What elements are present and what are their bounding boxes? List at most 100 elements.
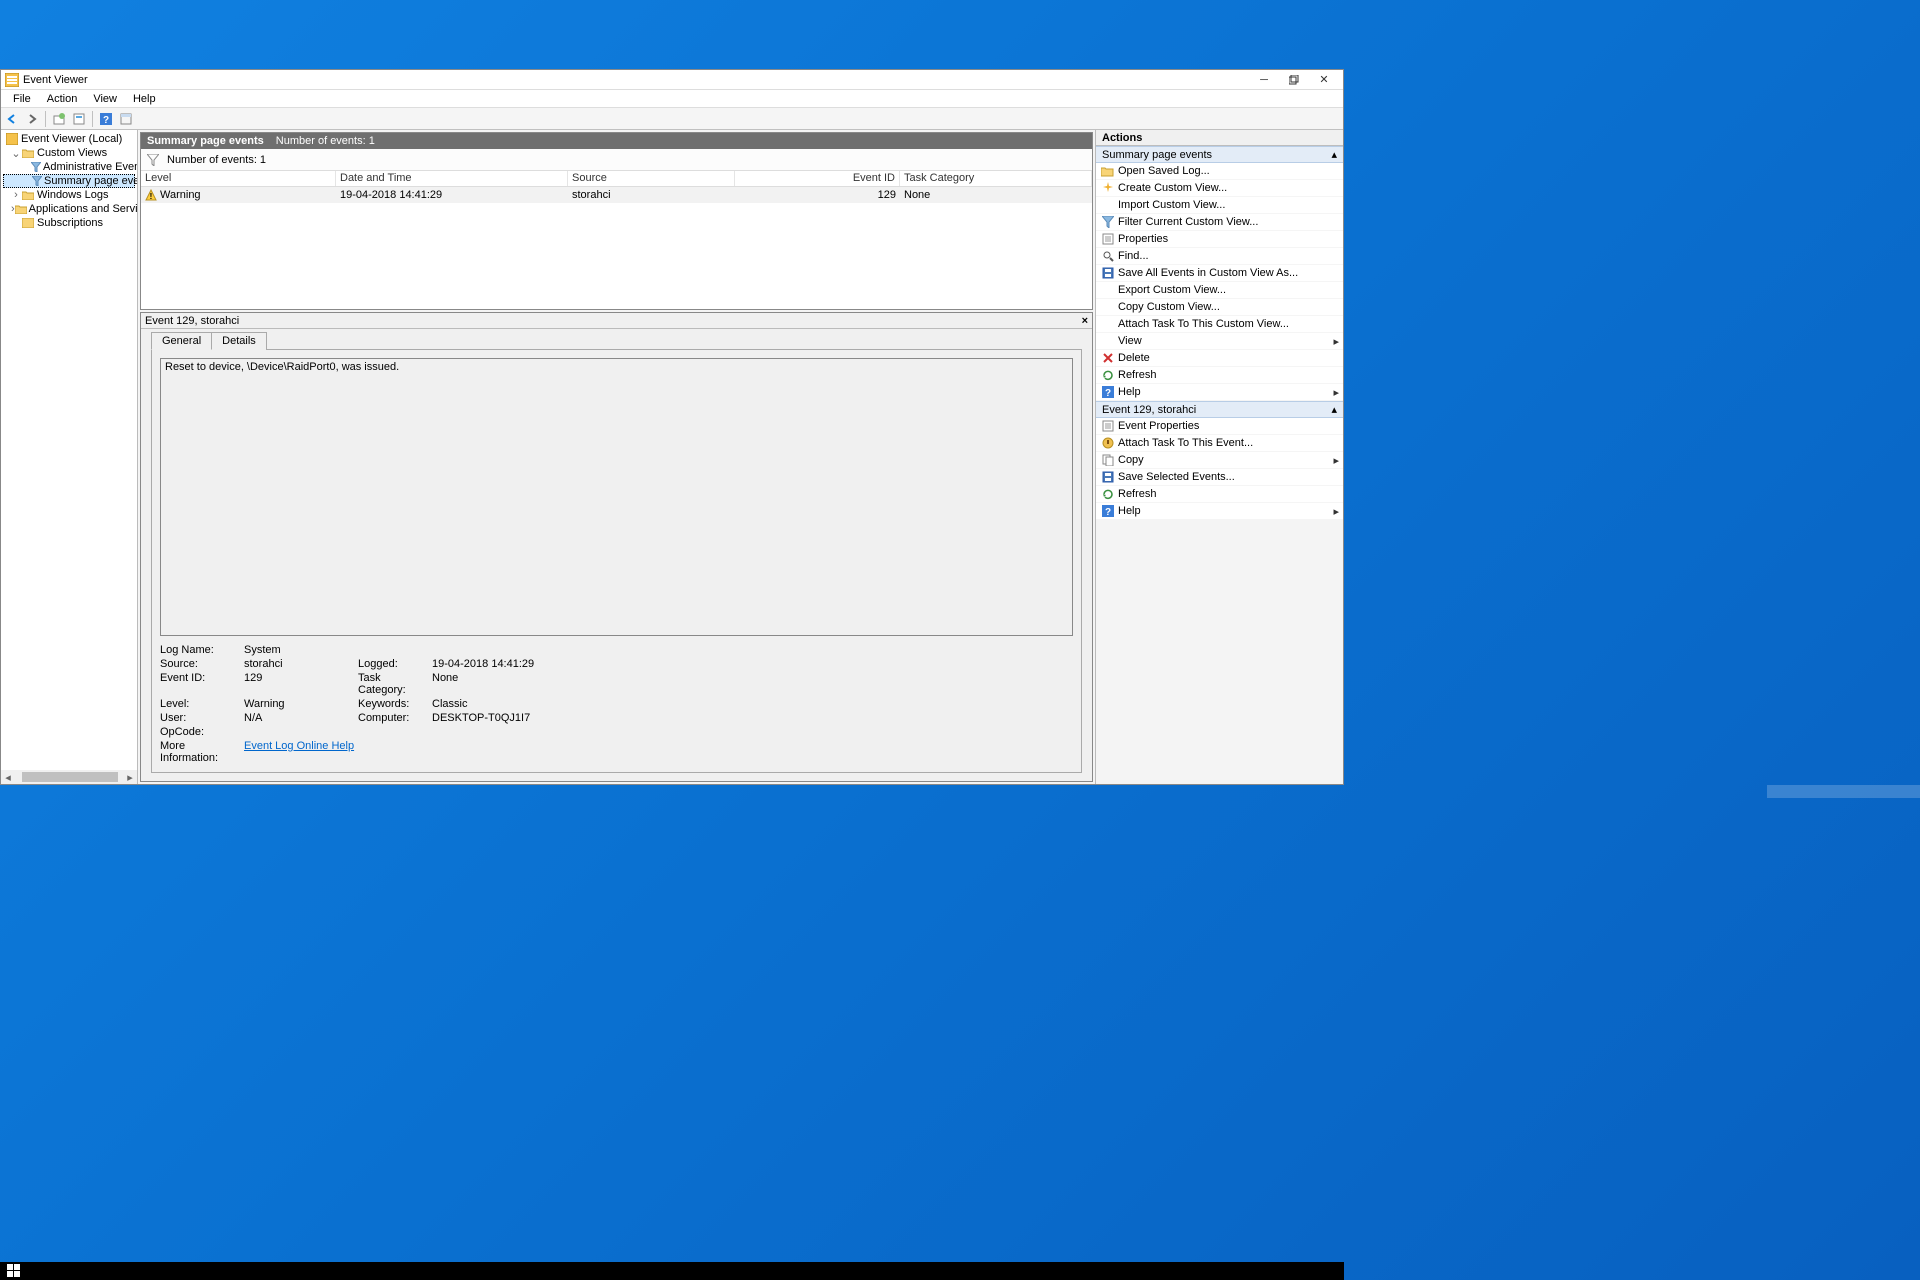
action-filter-current-custom-view[interactable]: Filter Current Custom View... <box>1096 214 1343 231</box>
desktop-taskbar <box>0 1262 1344 1280</box>
filter-icon <box>1100 215 1116 229</box>
folder-icon <box>15 202 27 216</box>
menu-action[interactable]: Action <box>39 92 86 106</box>
action-save-selected-events[interactable]: Save Selected Events... <box>1096 469 1343 486</box>
menu-file[interactable]: File <box>5 92 39 106</box>
col-eventid[interactable]: Event ID <box>735 171 900 186</box>
svg-text:?: ? <box>1105 388 1111 398</box>
chevron-right-icon: › <box>11 189 21 201</box>
action-export-custom-view[interactable]: Export Custom View... <box>1096 282 1343 299</box>
action-refresh[interactable]: Refresh <box>1096 486 1343 503</box>
toolbar-properties-button[interactable] <box>70 110 88 128</box>
action-copy-custom-view[interactable]: Copy Custom View... <box>1096 299 1343 316</box>
col-datetime[interactable]: Date and Time <box>336 171 568 186</box>
svg-text:?: ? <box>1105 507 1111 517</box>
filter-icon <box>147 154 159 166</box>
titlebar: Event Viewer ─ ✕ <box>1 70 1343 90</box>
action-refresh[interactable]: Refresh <box>1096 367 1343 384</box>
actions-section-2: Event 129, storahci ▴ <box>1096 401 1343 418</box>
actions-section-1: Summary page events ▴ <box>1096 146 1343 163</box>
event-row[interactable]: ! Warning 19-04-2018 14:41:29 storahci 1… <box>141 187 1092 203</box>
tree-item-subscriptions[interactable]: Subscriptions <box>3 216 135 230</box>
events-filter-row: Number of events: 1 <box>141 149 1092 171</box>
event-log-online-help-link[interactable]: Event Log Online Help <box>244 740 1073 764</box>
filter-icon <box>32 174 42 188</box>
tree-item-apps-services-logs[interactable]: › Applications and Services Lo <box>3 202 135 216</box>
tree-root-label: Event Viewer (Local) <box>21 133 122 145</box>
collapse-icon[interactable]: ▴ <box>1331 403 1337 416</box>
svg-text:?: ? <box>103 115 109 125</box>
chevron-right-icon: ▸ <box>1333 505 1339 518</box>
close-button[interactable]: ✕ <box>1309 71 1339 89</box>
save-icon <box>1100 266 1116 280</box>
system-tray-area[interactable] <box>1767 785 1920 798</box>
blank-icon <box>1100 283 1116 297</box>
col-source[interactable]: Source <box>568 171 735 186</box>
action-save-all-events-in-custom-view-as[interactable]: Save All Events in Custom View As... <box>1096 265 1343 282</box>
event-viewer-window: Event Viewer ─ ✕ File Action View Help ? <box>0 69 1344 785</box>
tree-item-summary-page-events[interactable]: Summary page events <box>3 174 135 188</box>
action-find[interactable]: Find... <box>1096 248 1343 265</box>
action-properties[interactable]: Properties <box>1096 231 1343 248</box>
tree-item-admin-events[interactable]: Administrative Events <box>3 160 135 174</box>
collapse-icon[interactable]: ▴ <box>1331 148 1337 161</box>
action-create-custom-view[interactable]: Create Custom View... <box>1096 180 1343 197</box>
center-pane: Summary page events Number of events: 1 … <box>138 130 1095 784</box>
action-view[interactable]: View▸ <box>1096 333 1343 350</box>
action-copy[interactable]: Copy▸ <box>1096 452 1343 469</box>
subscriptions-icon <box>21 216 35 230</box>
prop-task-category: None <box>432 672 1073 696</box>
action-open-saved-log[interactable]: Open Saved Log... <box>1096 163 1343 180</box>
horizontal-scrollbar[interactable]: ◂ ▸ <box>1 770 137 784</box>
nav-forward-button[interactable] <box>23 110 41 128</box>
tab-general[interactable]: General <box>151 332 212 350</box>
scroll-right-icon[interactable]: ▸ <box>123 771 137 784</box>
toolbar-extra-button[interactable] <box>117 110 135 128</box>
blank-icon <box>1100 198 1116 212</box>
tree-item-windows-logs[interactable]: › Windows Logs <box>3 188 135 202</box>
copy-icon <box>1100 453 1116 467</box>
prop-source: storahci <box>244 658 354 670</box>
svg-text:!: ! <box>150 192 153 201</box>
menu-help[interactable]: Help <box>125 92 164 106</box>
actions-pane: Actions Summary page events ▴ Open Saved… <box>1095 130 1343 784</box>
action-help[interactable]: ?Help▸ <box>1096 384 1343 401</box>
task-icon <box>1100 436 1116 450</box>
menu-view[interactable]: View <box>85 92 125 106</box>
sparkle-icon <box>1100 181 1116 195</box>
search-icon <box>1100 249 1116 263</box>
nav-back-button[interactable] <box>3 110 21 128</box>
scroll-left-icon[interactable]: ◂ <box>1 771 15 784</box>
minimize-button[interactable]: ─ <box>1249 71 1279 89</box>
col-level[interactable]: Level <box>141 171 336 186</box>
menubar: File Action View Help <box>1 90 1343 108</box>
action-help[interactable]: ?Help▸ <box>1096 503 1343 520</box>
action-attach-task-to-this-custom-view[interactable]: Attach Task To This Custom View... <box>1096 316 1343 333</box>
prop-logged: 19-04-2018 14:41:29 <box>432 658 1073 670</box>
properties-icon <box>1100 419 1116 433</box>
window-title: Event Viewer <box>23 74 1249 86</box>
scrollbar-thumb[interactable] <box>22 772 117 782</box>
events-header: Summary page events Number of events: 1 <box>141 133 1092 149</box>
action-event-properties[interactable]: Event Properties <box>1096 418 1343 435</box>
toolbar-new-button[interactable] <box>50 110 68 128</box>
events-list: Summary page events Number of events: 1 … <box>140 132 1093 310</box>
event-message: Reset to device, \Device\RaidPort0, was … <box>160 358 1073 636</box>
maximize-button[interactable] <box>1279 71 1309 89</box>
col-task[interactable]: Task Category <box>900 171 1092 186</box>
tree-root[interactable]: Event Viewer (Local) <box>3 132 135 146</box>
blank-icon <box>1100 300 1116 314</box>
prop-level: Warning <box>244 698 354 710</box>
detail-close-button[interactable]: × <box>1082 315 1088 327</box>
action-attach-task-to-this-event[interactable]: Attach Task To This Event... <box>1096 435 1343 452</box>
tree-item-custom-views[interactable]: ⌄ Custom Views <box>3 146 135 160</box>
eventviewer-icon <box>5 132 19 146</box>
toolbar-help-button[interactable]: ? <box>97 110 115 128</box>
prop-log-name: System <box>244 644 354 656</box>
tab-details[interactable]: Details <box>211 332 267 350</box>
action-delete[interactable]: Delete <box>1096 350 1343 367</box>
action-import-custom-view[interactable]: Import Custom View... <box>1096 197 1343 214</box>
chevron-right-icon: ▸ <box>1333 386 1339 399</box>
start-button[interactable] <box>4 1263 24 1279</box>
delete-icon <box>1100 351 1116 365</box>
